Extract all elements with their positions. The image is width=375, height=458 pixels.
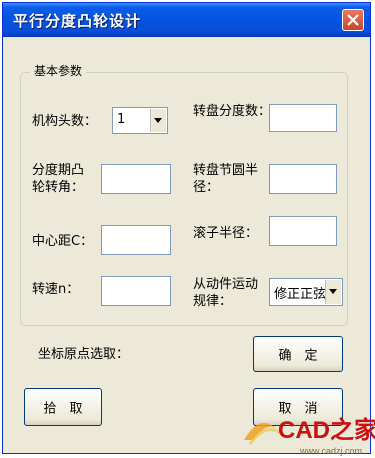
ok-button[interactable]: 确 定 [253, 336, 343, 372]
pitch-radius-label: 转盘节圆半径： [193, 163, 259, 195]
origin-label: 坐标原点选取： [38, 347, 130, 362]
roller-radius-input[interactable] [269, 216, 337, 246]
pick-button[interactable]: 拾 取 [24, 388, 102, 426]
group-legend: 基本参数 [30, 62, 87, 79]
pick-button-label: 拾 取 [43, 401, 83, 417]
pitch-radius-input[interactable] [269, 164, 337, 194]
motion-law-value: 修正正弦 [274, 287, 327, 302]
ok-button-label: 确 定 [278, 348, 318, 364]
turret-deg-label: 转盘分度数： [193, 104, 272, 119]
watermark-url: www.cadzj.com [299, 446, 362, 456]
heads-value: 1 [117, 112, 126, 127]
center-dist-label: 中心距C： [32, 234, 94, 249]
chevron-down-icon [154, 118, 162, 123]
chevron-down-icon [329, 289, 337, 294]
index-angle-input[interactable] [101, 164, 171, 194]
close-icon [347, 14, 359, 26]
watermark-text: CAD之家 [278, 416, 375, 444]
speed-label: 转速n： [32, 282, 80, 297]
index-angle-label: 分度期凸轮转角： [32, 163, 85, 195]
heads-label: 机构头数： [32, 114, 98, 129]
heads-dropdown-button[interactable] [150, 109, 166, 132]
turret-deg-input[interactable] [269, 104, 337, 132]
motion-law-dropdown-button[interactable] [325, 280, 341, 304]
heads-select[interactable]: 1 [112, 107, 168, 134]
center-dist-input[interactable] [101, 225, 171, 255]
speed-input[interactable] [101, 276, 171, 306]
watermark-logo: CAD之家 www.cadzj.com [244, 416, 375, 456]
window-title: 平行分度凸轮设计 [13, 12, 142, 30]
motion-law-label: 从动件运动规律： [193, 277, 259, 309]
roller-radius-label: 滚子半径： [193, 226, 259, 241]
close-button[interactable] [342, 9, 364, 31]
motion-law-select[interactable]: 修正正弦 [269, 278, 343, 306]
title-bar[interactable]: 平行分度凸轮设计 [3, 3, 370, 37]
